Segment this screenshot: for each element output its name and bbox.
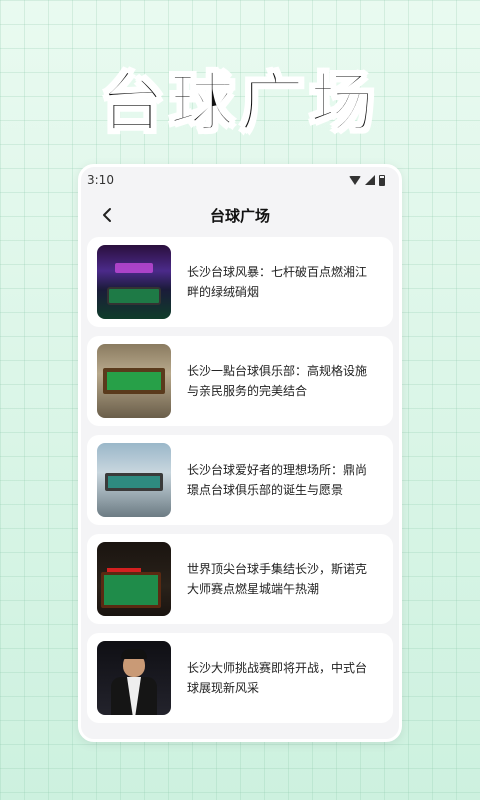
phone-frame: 3:10 台球广场 长沙台球风暴：七杆破百点燃湘江 畔的绿绒硝烟 长沙一點台球俱… (78, 164, 402, 742)
article-thumbnail (97, 542, 171, 616)
back-button[interactable] (97, 205, 117, 225)
page-title: 台球广场 (209, 206, 270, 225)
status-icons (349, 174, 385, 186)
app-bar: 台球广场 (81, 193, 399, 237)
article-thumbnail (97, 245, 171, 319)
status-time: 3:10 (87, 173, 114, 187)
article-title: 长沙一點台球俱乐部：高规格设施 与亲民服务的完美结合 (187, 361, 367, 401)
article-thumbnail (97, 443, 171, 517)
article-list: 长沙台球风暴：七杆破百点燃湘江 畔的绿绒硝烟 长沙一點台球俱乐部：高规格设施 与… (81, 237, 399, 723)
article-title-line: 畔的绿绒硝烟 (187, 285, 260, 299)
article-title-line: 长沙台球风暴：七杆破百点燃湘江 (187, 265, 368, 279)
article-thumbnail (97, 344, 171, 418)
article-title-line: 长沙台球爱好者的理想场所：鼎尚 (187, 463, 368, 477)
list-item[interactable]: 长沙大师挑战赛即将开战，中式台 球展现新风采 (87, 633, 393, 723)
signal-icon (365, 175, 375, 185)
battery-icon (379, 174, 385, 186)
article-title: 长沙台球爱好者的理想场所：鼎尚 璟点台球俱乐部的诞生与愿景 (187, 460, 367, 500)
article-title: 长沙台球风暴：七杆破百点燃湘江 畔的绿绒硝烟 (187, 262, 367, 302)
wifi-icon (349, 175, 361, 185)
chevron-left-icon (103, 208, 111, 222)
list-item[interactable]: 长沙一點台球俱乐部：高规格设施 与亲民服务的完美结合 (87, 336, 393, 426)
article-title-line: 璟点台球俱乐部的诞生与愿景 (187, 483, 344, 497)
article-title-line: 长沙大师挑战赛即将开战，中式台 (187, 661, 368, 675)
article-title-line: 与亲民服务的完美结合 (187, 384, 308, 398)
article-thumbnail (97, 641, 171, 715)
page-banner-title: 台球广场 (99, 66, 380, 142)
article-title-line: 世界顶尖台球手集结长沙，斯诺克 (187, 562, 368, 576)
list-item[interactable]: 长沙台球爱好者的理想场所：鼎尚 璟点台球俱乐部的诞生与愿景 (87, 435, 393, 525)
article-title: 长沙大师挑战赛即将开战，中式台 球展现新风采 (187, 658, 367, 698)
article-title: 世界顶尖台球手集结长沙，斯诺克 大师赛点燃星城端午热潮 (187, 559, 367, 599)
list-item[interactable]: 世界顶尖台球手集结长沙，斯诺克 大师赛点燃星城端午热潮 (87, 534, 393, 624)
article-title-line: 球展现新风采 (187, 681, 260, 695)
status-bar: 3:10 (81, 167, 399, 193)
list-item[interactable]: 长沙台球风暴：七杆破百点燃湘江 畔的绿绒硝烟 (87, 237, 393, 327)
article-title-line: 长沙一點台球俱乐部：高规格设施 (187, 364, 368, 378)
article-title-line: 大师赛点燃星城端午热潮 (187, 582, 320, 596)
